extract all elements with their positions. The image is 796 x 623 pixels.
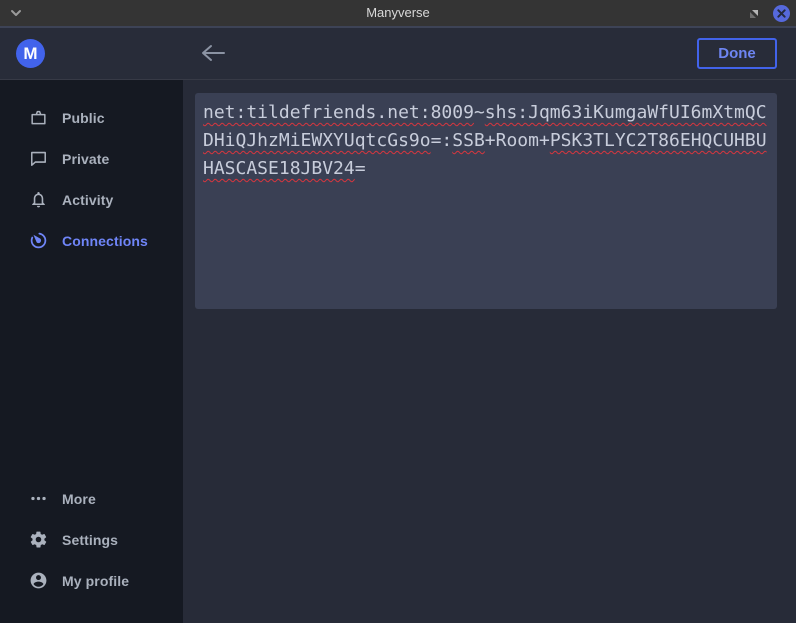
back-button[interactable] bbox=[199, 41, 227, 67]
invite-text-segment: DHiQJhzMiEWXYUqtcGs9o bbox=[203, 130, 431, 151]
invite-text-segment: SSB bbox=[452, 130, 485, 151]
invite-text-segment: net:tildefriends.net:8009 bbox=[203, 102, 474, 123]
ellipsis-icon bbox=[29, 489, 48, 508]
done-button[interactable]: Done bbox=[697, 38, 777, 69]
public-bag-icon bbox=[29, 108, 48, 127]
window-title: Manyverse bbox=[0, 0, 796, 26]
sidebar-item-label: Activity bbox=[62, 192, 113, 208]
close-button[interactable] bbox=[773, 5, 790, 22]
invite-text-segment: =: bbox=[431, 130, 453, 151]
invite-text-segment: ~ bbox=[474, 102, 485, 123]
sidebar-item-more[interactable]: More bbox=[0, 478, 183, 519]
sidebar-item-label: More bbox=[62, 491, 96, 507]
titlebar: Manyverse bbox=[0, 0, 796, 26]
app-header: M Done bbox=[0, 28, 796, 80]
sidebar-item-connections[interactable]: Connections bbox=[0, 220, 183, 261]
bell-icon bbox=[29, 190, 48, 209]
invite-text-segment: PSK3TLYC2T86EHQCUHBU bbox=[550, 130, 767, 151]
invite-code-line: DHiQJhzMiEWXYUqtcGs9o=:SSB+Room+PSK3TLYC… bbox=[203, 127, 769, 155]
invite-text-segment: +Room+ bbox=[485, 130, 550, 151]
sidebar-item-activity[interactable]: Activity bbox=[0, 179, 183, 220]
sidebar-item-label: Connections bbox=[62, 233, 148, 249]
sidebar-item-my-profile[interactable]: My profile bbox=[0, 560, 183, 601]
sidebar-item-label: Public bbox=[62, 110, 105, 126]
chat-bubble-icon bbox=[29, 149, 48, 168]
connections-dial-icon bbox=[29, 231, 48, 250]
window-controls bbox=[735, 0, 790, 26]
restore-button[interactable] bbox=[748, 7, 760, 19]
sidebar-footer-group: More Settings My profile bbox=[0, 478, 183, 601]
invite-code-input[interactable]: net:tildefriends.net:8009~shs:Jqm63iKumg… bbox=[195, 93, 777, 309]
sidebar-item-public[interactable]: Public bbox=[0, 97, 183, 138]
sidebar-item-settings[interactable]: Settings bbox=[0, 519, 183, 560]
main-content: net:tildefriends.net:8009~shs:Jqm63iKumg… bbox=[183, 80, 796, 623]
sidebar-item-label: Private bbox=[62, 151, 109, 167]
sidebar-main-group: Public Private Activity Connections bbox=[0, 97, 183, 261]
invite-text-segment: = bbox=[355, 158, 366, 179]
invite-text-segment: shs:Jqm63iKumgaWfUI6mXtmQC bbox=[485, 102, 767, 123]
sidebar: Public Private Activity Connections More Set… bbox=[0, 80, 183, 623]
profile-icon bbox=[29, 571, 48, 590]
sidebar-item-label: My profile bbox=[62, 573, 129, 589]
sidebar-item-label: Settings bbox=[62, 532, 118, 548]
restore-icon bbox=[748, 8, 760, 20]
arrow-left-icon bbox=[199, 41, 227, 65]
manyverse-logo: M bbox=[16, 39, 45, 68]
close-icon bbox=[777, 9, 786, 18]
app-window: Manyverse M Done Public Private Activity Co… bbox=[0, 0, 796, 623]
invite-code-line: HASCASE18JBV24= bbox=[203, 155, 769, 183]
gear-icon bbox=[29, 530, 48, 549]
sidebar-item-private[interactable]: Private bbox=[0, 138, 183, 179]
invite-code-line: net:tildefriends.net:8009~shs:Jqm63iKumg… bbox=[203, 99, 769, 127]
app-body: Public Private Activity Connections More Set… bbox=[0, 80, 796, 623]
invite-text-segment: HASCASE18JBV24 bbox=[203, 158, 355, 179]
